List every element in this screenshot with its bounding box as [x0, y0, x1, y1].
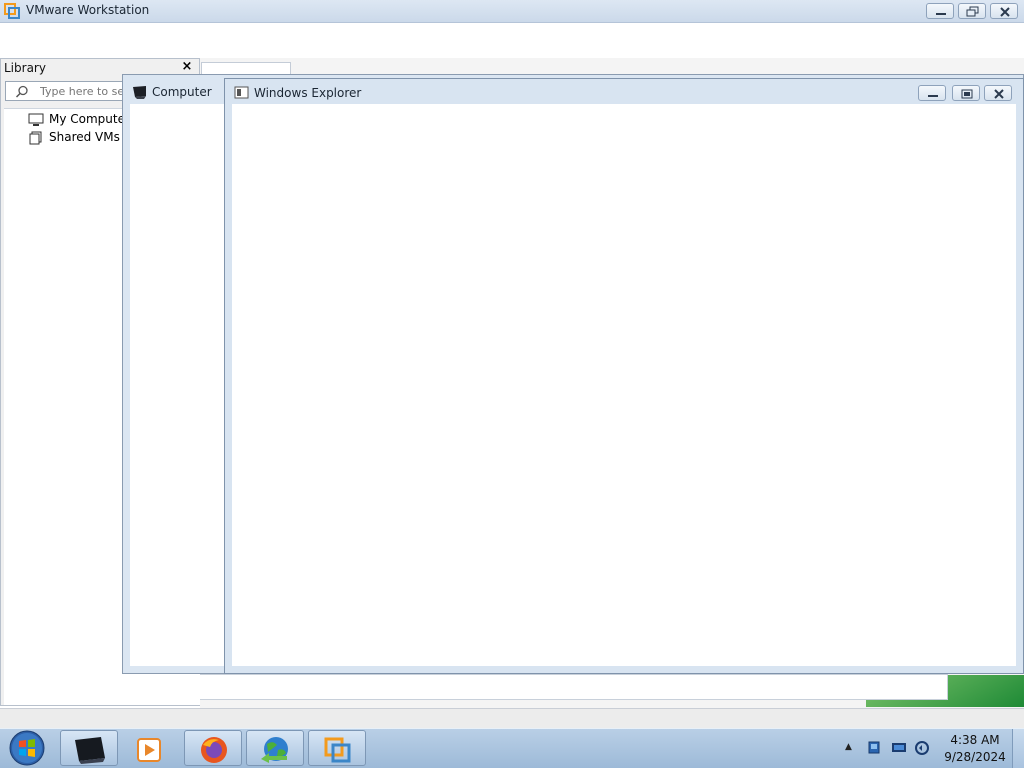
tray-monitor-icon[interactable]: [890, 740, 908, 756]
media-player-icon: [137, 738, 161, 762]
tray-network-icon[interactable]: [866, 740, 882, 756]
show-desktop-button[interactable]: [1012, 729, 1024, 768]
vmware-titlebar: [0, 0, 1024, 23]
library-title: Library: [4, 61, 46, 75]
library-close-button[interactable]: ×: [181, 60, 193, 74]
explorer-minimize-button[interactable]: [918, 85, 946, 101]
search-icon: [15, 85, 28, 98]
vmware-window-title: VMware Workstation: [26, 3, 150, 17]
vmware-logo-icon: [4, 3, 20, 19]
terminal-icon: [75, 737, 105, 764]
tray-volume-icon[interactable]: [914, 740, 930, 756]
show-hidden-icons-button[interactable]: ▲: [845, 742, 852, 752]
globe-icon: [261, 737, 288, 763]
library-search-box[interactable]: [5, 81, 125, 101]
monitor-icon: [28, 113, 44, 126]
tree-item-label: Shared VMs: [49, 130, 120, 144]
computer-window-content: [130, 104, 226, 666]
vmware-toolbar: [0, 23, 1024, 57]
explorer-window-title: Windows Explorer: [254, 86, 362, 100]
taskbar-firefox-button[interactable]: [184, 730, 242, 766]
computer-window-title: Computer: [152, 85, 212, 99]
clock-time[interactable]: 4:38 AM: [940, 733, 1010, 747]
taskbar-network-button[interactable]: [246, 730, 304, 766]
vm-console-area: [148, 674, 948, 700]
computer-icon: [133, 86, 146, 99]
vmware-minimize-button[interactable]: [926, 3, 954, 19]
vmware-close-button[interactable]: [990, 3, 1018, 19]
explorer-close-button[interactable]: [984, 85, 1012, 101]
explorer-window-icon: [234, 86, 249, 99]
shared-vms-icon: [29, 131, 42, 145]
taskbar-vmware-button[interactable]: [308, 730, 366, 766]
explorer-maximize-button[interactable]: [952, 85, 980, 101]
explorer-window-content: [232, 104, 1016, 666]
library-search-input[interactable]: [40, 83, 124, 99]
firefox-icon: [201, 737, 227, 763]
start-button[interactable]: [6, 729, 48, 767]
vmware-icon: [324, 737, 351, 763]
taskbar-media-player-button[interactable]: [122, 730, 180, 766]
clock-date[interactable]: 9/28/2024: [940, 750, 1010, 764]
vmware-restore-button[interactable]: [958, 3, 986, 19]
vmware-status-bar: [0, 708, 1024, 729]
tree-item-label: My Computer: [49, 112, 130, 126]
taskbar-command-prompt-button[interactable]: [60, 730, 118, 766]
